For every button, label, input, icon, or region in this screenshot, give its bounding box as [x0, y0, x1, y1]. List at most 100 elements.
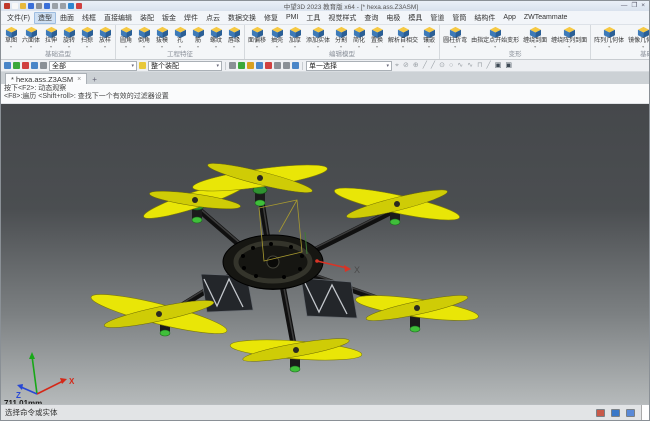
box-filter-icon[interactable] [292, 62, 299, 69]
snap-filter-icon-0[interactable]: ⌖ [394, 62, 400, 69]
menu-item-ZWTeammate[interactable]: ZWTeammate [520, 13, 572, 22]
picture-icon[interactable] [31, 62, 38, 69]
display-mode-icon[interactable] [611, 409, 620, 417]
document-tab[interactable]: * hexa.ass.Z3ASM× [5, 73, 87, 84]
clipboard-icon[interactable] [4, 62, 11, 69]
status-right-panel[interactable] [641, 405, 649, 420]
window-layout-icon[interactable] [596, 409, 605, 417]
ribbon-button-唇缘[interactable]: 唇缘▾ [225, 26, 243, 51]
folder-small-icon[interactable] [247, 62, 254, 69]
ribbon-button-扫掠[interactable]: 扫掠▾ [78, 26, 96, 51]
ribbon-button-圆柱折弯[interactable]: 圆柱折弯▾ [441, 26, 469, 51]
dropdown-arrow-icon[interactable]: ▾ [402, 45, 404, 49]
graphics-viewport[interactable]: X [1, 104, 649, 404]
menu-item-视觉样式[interactable]: 视觉样式 [324, 12, 360, 24]
doc-info-icon[interactable] [626, 409, 635, 417]
print-icon[interactable] [36, 3, 42, 9]
ribbon-button-倒角[interactable]: 倒角▾ [135, 26, 153, 51]
dropdown-arrow-icon[interactable]: ▾ [104, 45, 106, 49]
ribbon-button-置换[interactable]: 置换▾ [368, 26, 386, 51]
ribbon-button-圆角[interactable]: 圆角▾ [117, 26, 135, 51]
menu-item-结构件[interactable]: 结构件 [470, 12, 499, 24]
menu-item-装配[interactable]: 装配 [136, 12, 158, 24]
menu-item-修复[interactable]: 修复 [260, 12, 282, 24]
regen-icon[interactable] [68, 3, 74, 9]
snap-filter-icon-4[interactable]: ╱ [430, 62, 436, 69]
anchor-icon[interactable] [238, 62, 245, 69]
dropdown-arrow-icon[interactable]: ▾ [608, 45, 610, 49]
filter-dropdown[interactable]: 全部▾ [49, 61, 137, 71]
pick-filter-icon-1[interactable]: ▣ [504, 62, 513, 69]
pick-mode-dropdown[interactable]: 单一选择▾ [306, 61, 392, 71]
ribbon-button-孔[interactable]: 孔▾ [171, 26, 189, 51]
menu-item-曲面[interactable]: 曲面 [56, 12, 78, 24]
dropdown-arrow-icon[interactable]: ▾ [376, 45, 378, 49]
dropdown-arrow-icon[interactable]: ▾ [317, 45, 319, 49]
menu-item-PMI[interactable]: PMI [282, 13, 302, 22]
dropdown-arrow-icon[interactable]: ▾ [197, 45, 199, 49]
menu-item-App[interactable]: App [499, 13, 519, 22]
menu-item-文件(F)[interactable]: 文件(F) [3, 12, 34, 24]
dropdown-arrow-icon[interactable]: ▾ [30, 45, 32, 49]
close-button[interactable]: × [641, 3, 645, 10]
snap-filter-icon-1[interactable]: ⊘ [402, 62, 410, 69]
snap-filter-icon-2[interactable]: ⊕ [412, 62, 420, 69]
menu-item-管筒[interactable]: 管筒 [448, 12, 470, 24]
ribbon-button-旋转[interactable]: 旋转▾ [60, 26, 78, 51]
menu-item-造型[interactable]: 造型 [34, 12, 56, 24]
hexacopter-model[interactable]: X [1, 104, 649, 404]
ribbon-button-分割[interactable]: 分割▾ [332, 26, 350, 51]
menu-item-钣金[interactable]: 钣金 [158, 12, 180, 24]
dropdown-arrow-icon[interactable]: ▾ [233, 45, 235, 49]
dropdown-arrow-icon[interactable]: ▾ [276, 45, 278, 49]
app-logo-icon[interactable] [4, 3, 10, 9]
ribbon-button-缠绕阵列到面[interactable]: 缠绕阵列到面▾ [549, 26, 589, 51]
remove-entity-icon[interactable] [22, 62, 29, 69]
dropdown-arrow-icon[interactable]: ▾ [68, 45, 70, 49]
dropdown-arrow-icon[interactable]: ▾ [428, 45, 430, 49]
doc-small-icon[interactable] [265, 62, 272, 69]
snap-filter-icon-7[interactable]: ∿ [456, 62, 464, 69]
ribbon-button-加厚[interactable]: 加厚▾ [286, 26, 304, 51]
redo-icon[interactable] [60, 3, 66, 9]
menu-item-管道[interactable]: 管道 [426, 12, 448, 24]
pick-filter-icon-0[interactable]: ▣ [494, 62, 503, 69]
snap-filter-icon-9[interactable]: ⊓ [476, 62, 483, 69]
save-all-icon[interactable] [44, 3, 50, 9]
ribbon-button-筋[interactable]: 筋▾ [189, 26, 207, 51]
play-icon[interactable] [76, 3, 82, 9]
new-tab-button[interactable]: + [89, 75, 100, 84]
add-entity-icon[interactable] [13, 62, 20, 69]
undo-icon[interactable] [52, 3, 58, 9]
dropdown-arrow-icon[interactable]: ▾ [86, 45, 88, 49]
flag-icon[interactable] [283, 62, 290, 69]
dropdown-arrow-icon[interactable]: ▾ [10, 45, 12, 49]
ribbon-button-面偏移[interactable]: 面偏移▾ [246, 26, 268, 51]
snap-filter-icon-3[interactable]: ╱ [422, 62, 428, 69]
image-small-icon[interactable] [256, 62, 263, 69]
ribbon-button-简化[interactable]: 简化▾ [350, 26, 368, 51]
reload-icon[interactable] [40, 62, 47, 69]
menu-item-焊件[interactable]: 焊件 [180, 12, 202, 24]
ribbon-button-缠绕到面[interactable]: 缠绕到面▾ [521, 26, 549, 51]
menu-item-线框[interactable]: 线框 [78, 12, 100, 24]
ribbon-button-草图[interactable]: 草图▾ [2, 26, 20, 51]
menu-item-模具[interactable]: 模具 [404, 12, 426, 24]
snap-filter-icon-8[interactable]: ∿ [466, 62, 474, 69]
dropdown-arrow-icon[interactable]: ▾ [454, 45, 456, 49]
dropdown-arrow-icon[interactable]: ▾ [568, 45, 570, 49]
dropdown-arrow-icon[interactable]: ▾ [179, 45, 181, 49]
snap-filter-icon-6[interactable]: ○ [448, 62, 454, 69]
snap-filter-icon-10[interactable]: ╱ [485, 62, 491, 69]
ribbon-button-抽壳[interactable]: 抽壳▾ [268, 26, 286, 51]
dropdown-arrow-icon[interactable]: ▾ [125, 45, 127, 49]
dropdown-arrow-icon[interactable]: ▾ [256, 45, 258, 49]
close-tab-icon[interactable]: × [77, 76, 81, 83]
dropdown-arrow-icon[interactable]: ▾ [642, 45, 644, 49]
menu-item-数据交换[interactable]: 数据交换 [224, 12, 260, 24]
dropdown-arrow-icon[interactable]: ▾ [494, 45, 496, 49]
ribbon-button-放样[interactable]: 放样▾ [96, 26, 114, 51]
new-file-icon[interactable] [12, 3, 18, 9]
dropdown-arrow-icon[interactable]: ▾ [358, 45, 360, 49]
ribbon-button-拔模[interactable]: 拔模▾ [153, 26, 171, 51]
